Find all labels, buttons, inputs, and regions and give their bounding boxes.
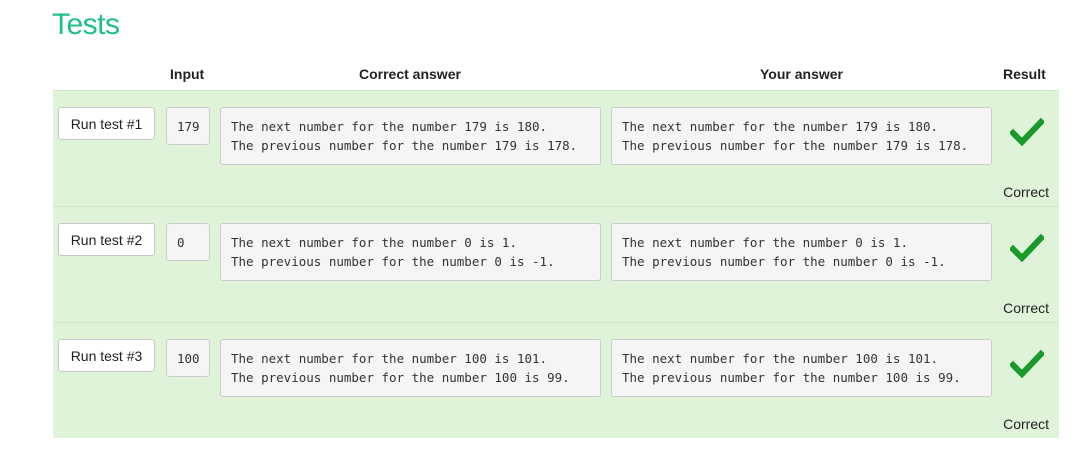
test-3-correct-answer: The next number for the number 100 is 10… xyxy=(220,339,601,397)
test-row-1: Run test #1 179 The next number for the … xyxy=(53,90,1059,206)
header-correct-answer: Correct answer xyxy=(359,66,461,82)
test-row-2: Run test #2 0 The next number for the nu… xyxy=(53,206,1059,322)
run-test-1-button[interactable]: Run test #1 xyxy=(58,107,155,140)
test-3-result: Correct xyxy=(1003,416,1049,432)
test-row-3: Run test #3 100 The next number for the … xyxy=(53,322,1059,438)
test-1-input: 179 xyxy=(166,107,210,145)
test-2-your-answer: The next number for the number 0 is 1. T… xyxy=(611,223,992,281)
checkmark-icon xyxy=(1010,349,1044,379)
header-result: Result xyxy=(1003,66,1046,82)
header-your-answer: Your answer xyxy=(760,66,843,82)
page-title: Tests xyxy=(52,8,120,41)
test-3-your-answer: The next number for the number 100 is 10… xyxy=(611,339,992,397)
test-2-input: 0 xyxy=(166,223,210,261)
tests-table: Input Correct answer Your answer Result … xyxy=(53,60,1059,438)
test-2-correct-answer: The next number for the number 0 is 1. T… xyxy=(220,223,601,281)
run-test-3-button[interactable]: Run test #3 xyxy=(58,339,155,372)
checkmark-icon xyxy=(1010,233,1044,263)
run-test-2-button[interactable]: Run test #2 xyxy=(58,223,155,256)
test-3-input: 100 xyxy=(166,339,210,377)
header-input: Input xyxy=(170,66,205,82)
test-1-correct-answer: The next number for the number 179 is 18… xyxy=(220,107,601,165)
table-header: Input Correct answer Your answer Result xyxy=(53,60,1059,90)
test-1-result: Correct xyxy=(1003,184,1049,200)
test-1-your-answer: The next number for the number 179 is 18… xyxy=(611,107,992,165)
checkmark-icon xyxy=(1010,117,1044,147)
test-2-result: Correct xyxy=(1003,300,1049,316)
